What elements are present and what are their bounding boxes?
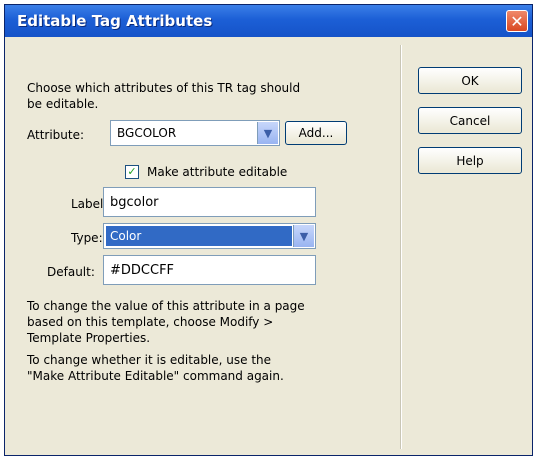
add-attribute-button[interactable]: Add... (285, 121, 347, 145)
label-field-label: Label: (71, 197, 108, 211)
type-select-value: Color (110, 229, 142, 243)
cancel-button[interactable]: Cancel (418, 107, 522, 134)
attribute-select-value: BGCOLOR (117, 126, 177, 140)
note-1-line-1: To change the value of this attribute in… (27, 299, 305, 313)
note-2-line-2: "Make Attribute Editable" command again. (27, 369, 284, 383)
default-input[interactable]: #DDCCFF (103, 255, 316, 285)
attribute-label: Attribute: (27, 128, 85, 142)
type-select[interactable]: Color ▼ (103, 223, 316, 249)
intro-line-2: be editable. (27, 97, 99, 111)
default-input-value: #DDCCFF (110, 262, 175, 278)
note-2-line-1: To change whether it is editable, use th… (27, 353, 272, 367)
type-field-label: Type: (71, 231, 103, 245)
label-input-value: bgcolor (110, 194, 159, 210)
dialog-window: Editable Tag Attributes ✕ Choose which a… (4, 4, 533, 456)
label-input[interactable]: bgcolor (103, 187, 316, 217)
close-icon[interactable]: ✕ (506, 10, 528, 32)
column-divider (400, 45, 402, 449)
chevron-down-icon[interactable]: ▼ (293, 225, 314, 247)
dialog-content: Choose which attributes of this TR tag s… (5, 37, 532, 455)
attribute-select[interactable]: BGCOLOR ▼ (110, 120, 280, 146)
make-editable-checkbox[interactable]: ✓ (125, 165, 139, 179)
intro-line-1: Choose which attributes of this TR tag s… (27, 81, 301, 95)
help-button[interactable]: Help (418, 147, 522, 174)
chevron-down-icon[interactable]: ▼ (257, 122, 278, 144)
title-bar[interactable]: Editable Tag Attributes ✕ (5, 5, 532, 37)
note-1-line-3: Template Properties. (27, 331, 151, 345)
make-editable-label: Make attribute editable (147, 165, 288, 179)
dialog-title: Editable Tag Attributes (17, 12, 213, 30)
note-1-line-2: based on this template, choose Modify > (27, 315, 274, 329)
ok-button[interactable]: OK (418, 67, 522, 94)
default-field-label: Default: (47, 265, 95, 279)
